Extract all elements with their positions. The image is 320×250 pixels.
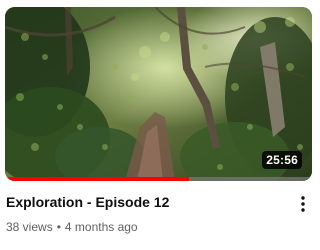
meta-separator: •	[56, 220, 61, 234]
upload-age: 4 months ago	[64, 220, 138, 234]
video-metadata: 38 views • 4 months ago	[6, 219, 138, 235]
more-vert-icon	[301, 196, 305, 212]
video-thumbnail[interactable]: 25:56	[5, 7, 312, 181]
more-actions-button[interactable]	[292, 192, 314, 216]
view-count: 38 views	[6, 220, 53, 234]
duration-badge: 25:56	[262, 151, 302, 169]
video-card[interactable]: 25:56 Exploration - Episode 12 38 views •…	[0, 0, 318, 250]
watch-progress-bar	[5, 177, 312, 181]
video-title[interactable]: Exploration - Episode 12	[6, 193, 276, 211]
watch-progress-fill	[5, 177, 190, 181]
